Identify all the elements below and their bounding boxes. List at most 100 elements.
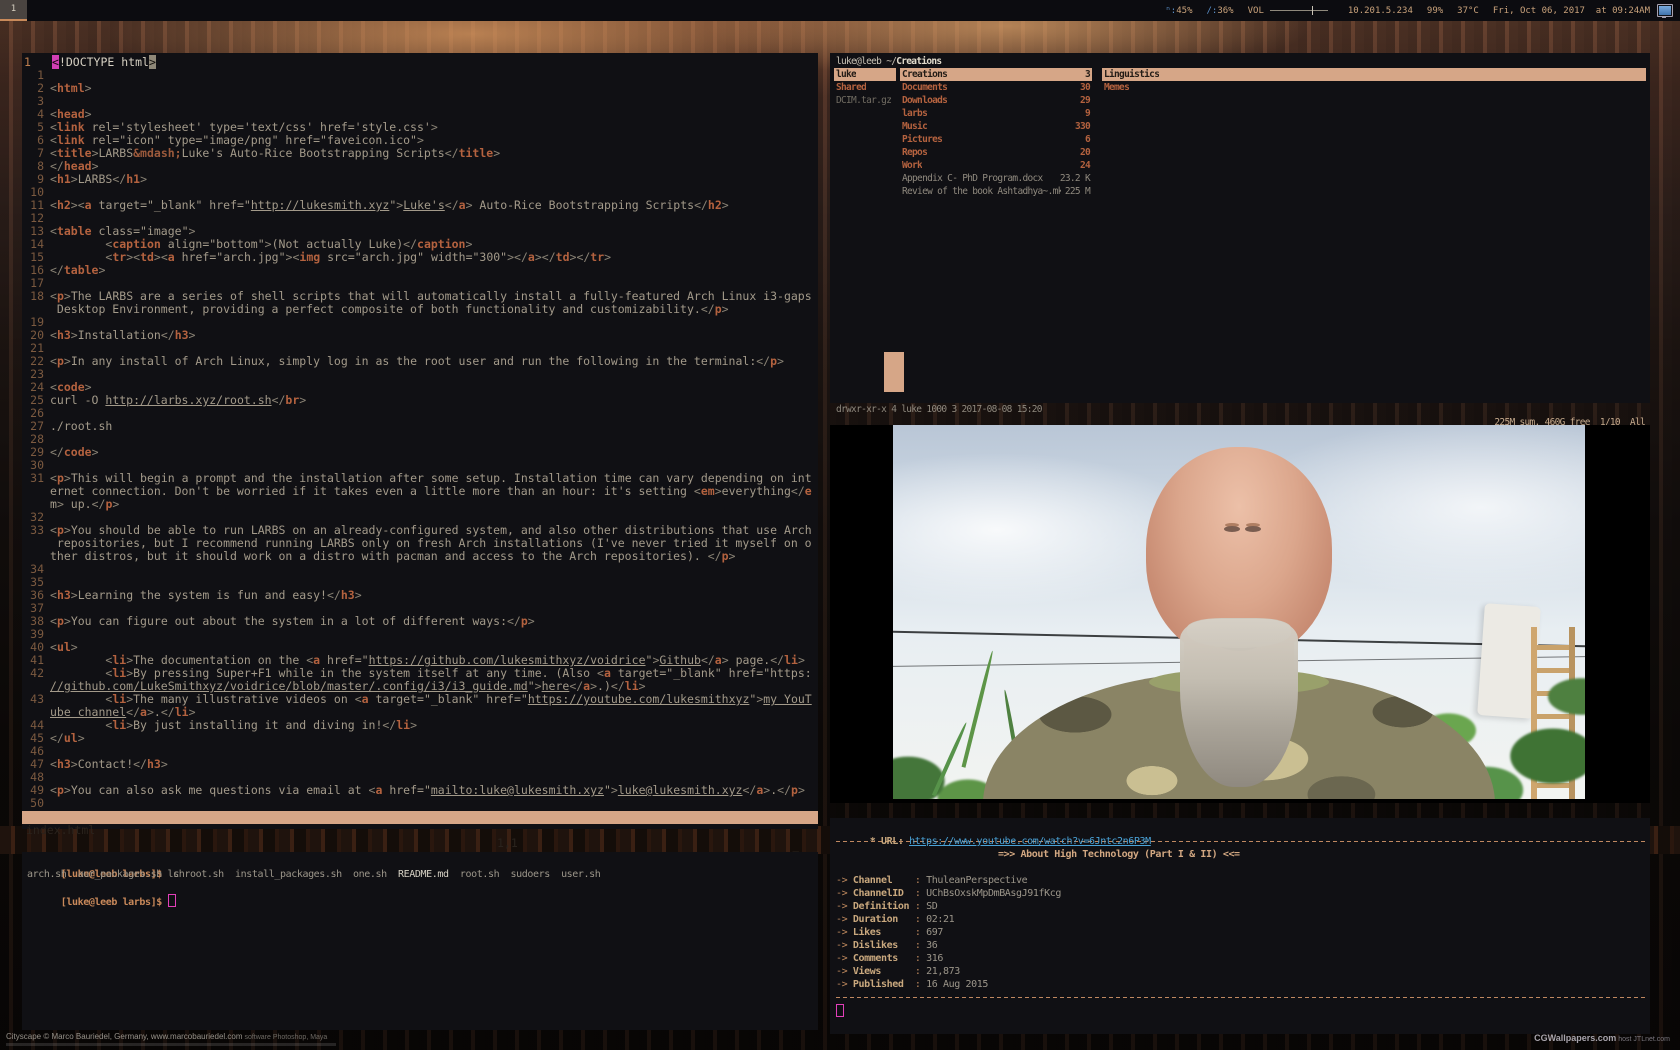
vim-terminal-window: 1<!DOCTYPE html>12<html>34<head>5<link r… — [22, 53, 818, 829]
cpu-icon: /: — [1207, 6, 1218, 16]
editor-line: 15 <tr><td><a href="arch.jpg"><img src="… — [22, 251, 818, 264]
entry-name: Repos — [902, 146, 927, 159]
entry-name: Pictures — [902, 133, 942, 146]
entry-name: Linguistics — [1104, 68, 1159, 81]
directory-row[interactable]: Creations3 — [900, 68, 1092, 81]
file-name: chroot.sh — [173, 869, 224, 880]
eye — [1224, 526, 1240, 532]
file-name: one.sh — [353, 869, 387, 880]
line-text: </ul> — [50, 732, 85, 745]
metadata-label: Definition — [853, 900, 915, 913]
editor-line: 2<html> — [22, 82, 818, 95]
directory-row[interactable]: luke — [834, 68, 896, 81]
editor-line: 34 — [22, 563, 818, 576]
shell-terminal-window[interactable]: [luke@leeb larbs]$ ls arch.sh aur_packag… — [22, 852, 818, 1030]
video-url-link[interactable]: https://www.youtube.com/watch?v=6Jntc2n6… — [909, 836, 1151, 847]
file-permissions: drwxr-xr-x 4 luke 1000 3 2017-08-08 15:2… — [836, 403, 1042, 416]
metadata-label: Published — [853, 978, 915, 991]
entry-size: 30 — [1076, 81, 1090, 94]
wallpaper-fineprint — [6, 1043, 336, 1046]
entry-size: 330 — [1071, 120, 1090, 133]
editor-buffer[interactable]: 1<!DOCTYPE html>12<html>34<head>5<link r… — [22, 56, 818, 810]
editor-line: 49<p>You can also ask me questions via e… — [22, 784, 818, 797]
entry-size: 9 — [1081, 107, 1090, 120]
metadata-row: -> Channel: ThuleanPerspective — [830, 874, 1650, 887]
editor-line: 16</table> — [22, 264, 818, 277]
metadata-value: 316 — [926, 953, 943, 964]
metadata-label: ChannelID — [853, 887, 915, 900]
video-frame[interactable] — [893, 425, 1585, 799]
metadata-label: Views — [853, 965, 915, 978]
editor-line: 47<h3>Contact!</h3> — [22, 758, 818, 771]
line-number: 18 — [22, 290, 50, 303]
file-row[interactable]: DCIM.tar.gz — [834, 94, 896, 107]
systray-monitor-icon[interactable] — [1657, 4, 1673, 17]
volume-thumb[interactable] — [1312, 6, 1313, 15]
volume-slider[interactable] — [1270, 5, 1328, 16]
entry-name: Shared — [836, 81, 866, 94]
entry-size: 23.2 K — [1056, 172, 1090, 185]
directory-row[interactable]: Memes — [1102, 81, 1646, 94]
line-text: ernet connection. Don't be worried if it… — [50, 485, 812, 498]
directory-row[interactable]: Shared — [834, 81, 896, 94]
column-indicator — [884, 352, 904, 392]
line-text: <h3>Learning the system is fun and easy!… — [50, 589, 362, 602]
metadata-value: UChBsOxskMpDmBAsgJ91fKcg — [926, 888, 1061, 899]
directory-row[interactable]: Repos20 — [900, 146, 1092, 159]
directory-row[interactable]: Linguistics — [1102, 68, 1646, 81]
directory-row[interactable]: Downloads29 — [900, 94, 1092, 107]
info-input-line[interactable] — [830, 1004, 1650, 1017]
directory-row[interactable]: Documents30 — [900, 81, 1092, 94]
line-text: <p>In any install of Arch Linux, simply … — [50, 355, 784, 368]
editor-line: 36<h3>Learning the system is fun and eas… — [22, 589, 818, 602]
editor-line: ernet connection. Don't be worried if it… — [22, 485, 818, 498]
file-name: aur_packages.sh — [78, 869, 162, 880]
line-text: <h2><a target="_blank" href="http://luke… — [50, 199, 729, 212]
line-text: <!DOCTYPE html> — [52, 56, 156, 69]
file-row[interactable]: Review of the book Ashtadhya~.mkv225 M — [900, 185, 1092, 198]
video-title: =>> About High Technology (Part I & II) … — [830, 848, 1650, 861]
video-player-window[interactable] — [830, 425, 1650, 803]
file-row[interactable]: Appendix C- PhD Program.docx23.2 K — [900, 172, 1092, 185]
ranger-current-dir: Creations — [896, 56, 941, 67]
metadata-row: -> Definition: SD — [830, 900, 1650, 913]
metadata-row: -> ChannelID: UChBsOxskMpDmBAsgJ91fKcg — [830, 887, 1650, 900]
entry-name: Review of the book Ashtadhya~.mkv — [902, 185, 1061, 198]
status-area: ⁿ:45% /:36% VOL 10.201.5.234 99% 37°C Fr… — [1165, 0, 1650, 21]
line-number: 31 — [22, 472, 50, 485]
editor-line: 28 — [22, 433, 818, 446]
workspace-tag[interactable]: 1 — [0, 0, 27, 21]
memory-value: 45% — [1176, 6, 1192, 16]
shell-input-line[interactable]: [luke@leeb larbs]$ — [22, 881, 818, 894]
editor-line: 11<h2><a target="_blank" href="http://lu… — [22, 199, 818, 212]
metadata-value: 36 — [926, 940, 937, 951]
metadata-row: -> Published: 16 Aug 2015 — [830, 978, 1650, 991]
blank-line — [830, 861, 1650, 874]
line-text: <li>By just installing it and diving in!… — [50, 719, 417, 732]
ranger-user-host: luke@leeb — [836, 56, 886, 67]
directory-row[interactable]: larbs9 — [900, 107, 1092, 120]
metadata-row: -> Comments: 316 — [830, 952, 1650, 965]
metadata-value: SD — [926, 901, 937, 912]
filename: index.html — [26, 824, 95, 837]
metadata-value: 02:21 — [926, 914, 954, 925]
ranger-parent-column: lukeSharedDCIM.tar.gz — [834, 68, 896, 107]
directory-row[interactable]: Work24 — [900, 159, 1092, 172]
ranger-preview-column: LinguisticsMemes — [1102, 68, 1646, 94]
directory-row[interactable]: Music330 — [900, 120, 1092, 133]
entry-size: 29 — [1076, 94, 1090, 107]
line-text: m> up.</p> — [50, 498, 119, 511]
line-number: 43 — [22, 693, 50, 706]
top-bar: 1 ⁿ:45% /:36% VOL 10.201.5.234 99% 37°C … — [0, 0, 1680, 21]
metadata-row: -> Likes: 697 — [830, 926, 1650, 939]
line-text: ./root.sh — [50, 420, 112, 433]
file-name: arch.sh — [27, 869, 66, 880]
directory-row[interactable]: Pictures6 — [900, 133, 1092, 146]
url-label: * URL: — [870, 836, 904, 847]
entry-size: 24 — [1076, 159, 1090, 172]
cpu-value: 36% — [1217, 6, 1233, 16]
line-text: <title>LARBS&mdash;Luke's Auto-Rice Boot… — [50, 147, 500, 160]
video-info-window: * URL: https://www.youtube.com/watch?v=6… — [830, 818, 1650, 1034]
shell-prompt: [luke@leeb larbs]$ — [61, 897, 162, 908]
line-text: </table> — [50, 264, 105, 277]
